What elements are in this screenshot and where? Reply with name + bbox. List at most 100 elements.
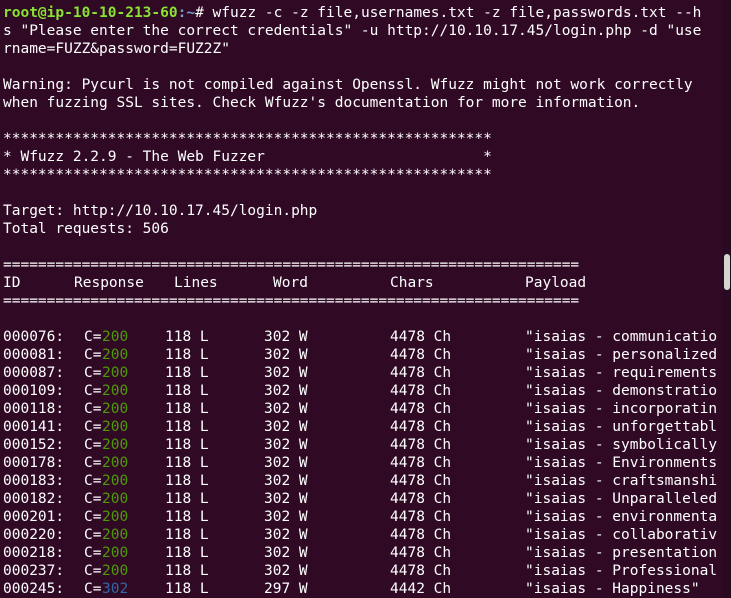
cell-chars: 4478 Ch — [390, 455, 452, 471]
cell-chars: 4478 Ch — [390, 401, 452, 417]
cell-response-prefix: C= — [84, 581, 102, 597]
cell-response-prefix: C= — [84, 545, 102, 561]
cell-chars: 4478 Ch — [390, 545, 452, 561]
warning-line: Warning: Pycurl is not compiled against … — [3, 77, 693, 93]
cell-chars: 4478 Ch — [390, 563, 452, 579]
cell-id: 000141: — [3, 419, 65, 435]
cell-word: 302 W — [264, 383, 308, 399]
cell-word: 302 W — [264, 329, 308, 345]
header-payload: Payload — [525, 275, 587, 291]
terminal-window[interactable]: { "prompt": { "user_host": "root@ip-10-1… — [0, 0, 731, 598]
cell-lines: 118 L — [165, 581, 209, 597]
cell-word: 302 W — [264, 491, 308, 507]
table-row: 000218: C= 200 118 L 302 W 4478 Ch "isaias - p… — [3, 544, 723, 562]
scrollbar[interactable] — [723, 0, 731, 598]
cell-chars: 4478 Ch — [390, 509, 452, 525]
table-row: 000182: C= 200 118 L 302 W 4478 Ch "isaias - U… — [3, 490, 723, 508]
cell-response-code: 200 — [102, 527, 129, 543]
cell-lines: 118 L — [165, 473, 209, 489]
prompt-user-host: root@ip-10-10-213-60 — [3, 5, 178, 21]
separator: ========================================… — [3, 257, 580, 273]
cell-word: 297 W — [264, 581, 308, 597]
cell-word: 302 W — [264, 365, 308, 381]
separator: ========================================… — [3, 293, 580, 309]
cell-response-prefix: C= — [84, 491, 102, 507]
cell-lines: 118 L — [165, 383, 209, 399]
cell-payload: "isaias - incorporatin — [525, 401, 718, 417]
cell-lines: 118 L — [165, 401, 209, 417]
header-chars: Chars — [390, 275, 434, 291]
header-lines: Lines — [174, 275, 218, 291]
cell-id: 000076: — [3, 329, 65, 345]
cell-payload: "isaias - unforgettabl — [525, 419, 718, 435]
cell-response-prefix: C= — [84, 563, 102, 579]
cell-response-code: 200 — [102, 347, 129, 363]
scrollbar-thumb[interactable] — [724, 254, 730, 290]
cell-payload: "isaias - demonstratio — [525, 383, 718, 399]
cell-word: 302 W — [264, 509, 308, 525]
header-id: ID — [3, 275, 21, 291]
cell-response-prefix: C= — [84, 527, 102, 543]
command-line-continued: s "Please enter the correct credentials"… — [3, 23, 702, 39]
cell-id: 000201: — [3, 509, 65, 525]
cell-response-prefix: C= — [84, 419, 102, 435]
cell-response-prefix: C= — [84, 455, 102, 471]
table-row: 000141: C= 200 118 L 302 W 4478 Ch "isaias - u… — [3, 418, 723, 436]
cell-word: 302 W — [264, 563, 308, 579]
cell-response-code: 200 — [102, 419, 129, 435]
command-line-continued: rname=FUZZ&password=FUZ2Z" — [3, 41, 230, 57]
cell-id: 000087: — [3, 365, 65, 381]
cell-id: 000183: — [3, 473, 65, 489]
cell-id: 000081: — [3, 347, 65, 363]
table-header: ID Response Lines Word Chars Payload — [3, 274, 723, 292]
table-row: 000245: C= 302 118 L 297 W 4442 Ch "isaias - H… — [3, 580, 723, 598]
cell-word: 302 W — [264, 455, 308, 471]
cell-response-code: 302 — [102, 581, 129, 597]
cell-response-prefix: C= — [84, 365, 102, 381]
cell-lines: 118 L — [165, 365, 209, 381]
cell-chars: 4478 Ch — [390, 365, 452, 381]
cell-response-prefix: C= — [84, 473, 102, 489]
cell-id: 000220: — [3, 527, 65, 543]
cell-payload: "isaias - environmenta — [525, 509, 718, 525]
command-text: wfuzz -c -z file,usernames.txt -z file,p… — [212, 5, 702, 21]
terminal-output: root@ip-10-10-213-60:~# wfuzz -c -z file… — [3, 0, 721, 598]
target-line: Target: http://10.10.17.45/login.php — [3, 203, 318, 219]
table-row: 000237: C= 200 118 L 302 W 4478 Ch "isaias - P… — [3, 562, 723, 580]
cell-lines: 118 L — [165, 527, 209, 543]
table-row: 000220: C= 200 118 L 302 W 4478 Ch "isaias - c… — [3, 526, 723, 544]
cell-response-code: 200 — [102, 437, 129, 453]
table-row: 000152: C= 200 118 L 302 W 4478 Ch "isaias - s… — [3, 436, 723, 454]
cell-id: 000245: — [3, 581, 65, 597]
banner-stars: ****************************************… — [3, 131, 492, 147]
cell-id: 000178: — [3, 455, 65, 471]
table-row: 000118: C= 200 118 L 302 W 4478 Ch "isaias - i… — [3, 400, 723, 418]
cell-response-code: 200 — [102, 365, 129, 381]
cell-lines: 118 L — [165, 509, 209, 525]
prompt-symbol: # — [195, 5, 213, 21]
cell-lines: 118 L — [165, 563, 209, 579]
command-line: root@ip-10-10-213-60:~# wfuzz -c -z file… — [3, 4, 701, 22]
cell-lines: 118 L — [165, 455, 209, 471]
cell-chars: 4478 Ch — [390, 473, 452, 489]
cell-payload: "isaias - Happiness" — [525, 581, 700, 597]
table-row: 000109: C= 200 118 L 302 W 4478 Ch "isaias - d… — [3, 382, 723, 400]
cell-payload: "isaias - personalized — [525, 347, 718, 363]
cell-lines: 118 L — [165, 545, 209, 561]
cell-response-prefix: C= — [84, 347, 102, 363]
cell-response-code: 200 — [102, 545, 129, 561]
cell-chars: 4478 Ch — [390, 329, 452, 345]
banner-title: * Wfuzz 2.2.9 - The Web Fuzzer * — [3, 149, 492, 165]
cell-payload: "isaias - Professional — [525, 563, 718, 579]
cell-response-code: 200 — [102, 455, 129, 471]
cell-response-code: 200 — [102, 563, 129, 579]
cell-payload: "isaias - communicatio — [525, 329, 718, 345]
cell-id: 000218: — [3, 545, 65, 561]
cell-response-code: 200 — [102, 473, 129, 489]
cell-response-code: 200 — [102, 401, 129, 417]
table-row: 000178: C= 200 118 L 302 W 4478 Ch "isaias - E… — [3, 454, 723, 472]
cell-word: 302 W — [264, 527, 308, 543]
cell-payload: "isaias - requirements — [525, 365, 718, 381]
cell-chars: 4478 Ch — [390, 437, 452, 453]
cell-id: 000152: — [3, 437, 65, 453]
